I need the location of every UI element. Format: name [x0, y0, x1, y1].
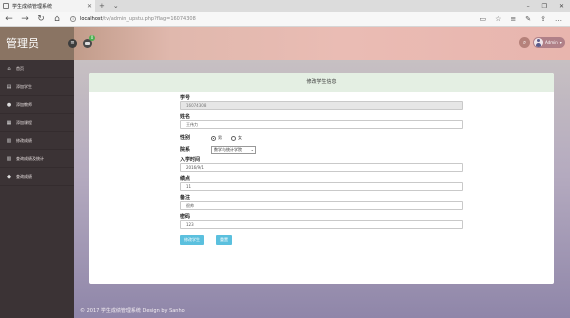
admin-name: Admin	[545, 40, 558, 45]
sidebar-item-query-scores[interactable]: ◆ 查询成绩	[0, 168, 74, 186]
radio-selected-icon	[211, 135, 216, 141]
chevron-down-icon: ⌄	[250, 147, 254, 152]
sidebar-item-label: 添加学生	[16, 83, 32, 89]
tab-list-chevron-icon[interactable]: ⌄	[109, 2, 123, 10]
favorite-star-icon[interactable]: ☆	[495, 15, 501, 23]
browser-tab-title: 学生成绩管理系统	[12, 3, 53, 10]
url-path: /tv/admin_upstu.php?flag=16074308	[102, 16, 196, 22]
gender-female-label: 女	[238, 135, 242, 140]
edit-student-panel: 修改学生信息 学号 16074308 姓名 王伟力 性别 男 女 院系 数学与统…	[89, 73, 554, 284]
browser-address-bar: ← → ↻ ⌂ i localhost /tv/admin_upstu.php?…	[0, 12, 570, 27]
avatar	[534, 38, 543, 47]
panel-title: 修改学生信息	[89, 73, 554, 92]
bar-chart-icon: ▥	[6, 137, 12, 144]
close-window-icon[interactable]: ✕	[559, 3, 564, 10]
gender-male-label: 男	[218, 135, 222, 140]
enroll-date-field[interactable]: 2016/9/1	[180, 163, 463, 172]
sidebar-item-add-student[interactable]: ▤ 添加学生	[0, 78, 74, 96]
home-icon: ⌂	[7, 65, 11, 72]
sidebar-item-label: 修改成绩	[16, 137, 32, 143]
forward-icon[interactable]: →	[20, 12, 30, 27]
admin-menu[interactable]: Admin ▾	[533, 37, 565, 48]
sidebar-item-label: 查询成绩及统计	[16, 155, 44, 161]
college-row: 院系 数学与统计学院 ⌄	[180, 145, 463, 155]
page-favicon-icon	[3, 3, 9, 9]
sidebar-item-home[interactable]: ⌂ 首页	[0, 60, 74, 78]
browser-tab-bar: 学生成绩管理系统 ✕ + ⌄ – ❐ ✕	[0, 0, 570, 12]
close-tab-icon[interactable]: ✕	[87, 3, 92, 10]
college-select[interactable]: 数学与统计学院 ⌄	[211, 146, 256, 154]
student-id-field: 16074308	[180, 101, 463, 110]
top-bar: 管理员 ≡ 0 ⌕ Admin ▾	[0, 27, 570, 60]
name-field[interactable]: 王伟力	[180, 120, 463, 129]
submit-button[interactable]: 修改学生	[180, 235, 204, 245]
credit-field[interactable]: 11	[180, 182, 463, 191]
browser-tab[interactable]: 学生成绩管理系统 ✕	[0, 0, 95, 12]
sidebar-item-label: 添加教师	[16, 101, 32, 107]
gender-female-radio[interactable]: 女	[231, 135, 242, 141]
minimize-icon[interactable]: –	[527, 3, 530, 10]
sidebar-item-label: 查询成绩	[16, 173, 32, 179]
tag-icon: ◆	[7, 173, 11, 180]
form-actions: 修改学生 重置	[180, 235, 463, 245]
sidebar-item-score-stats[interactable]: ▥ 查询成绩及统计	[0, 150, 74, 168]
college-label: 院系	[180, 147, 191, 153]
url-host: localhost	[80, 16, 103, 22]
back-icon[interactable]: ←	[4, 12, 14, 27]
browser-toolbar: ▭ ☆ ≡ ✎ ⇪ …	[479, 15, 566, 23]
password-field[interactable]: 123	[180, 220, 463, 229]
reset-button[interactable]: 重置	[216, 235, 232, 245]
radio-unselected-icon	[231, 135, 236, 141]
list-icon: ▤	[6, 83, 12, 90]
college-selected-value: 数学与统计学院	[214, 147, 242, 152]
reading-view-icon[interactable]: ▭	[479, 15, 486, 23]
sidebar-item-add-course[interactable]: ▦ 添加课程	[0, 114, 74, 132]
search-icon[interactable]: ⌕	[519, 37, 530, 48]
url-input[interactable]: i localhost /tv/admin_upstu.php?flag=160…	[68, 14, 413, 24]
bar-chart-icon: ▥	[6, 155, 12, 162]
refresh-icon[interactable]: ↻	[36, 12, 46, 27]
share-icon[interactable]: ⇪	[540, 15, 546, 23]
brand-title: 管理员	[0, 27, 74, 60]
sidebar-item-label: 首页	[16, 65, 24, 71]
window-controls: – ❐ ✕	[527, 3, 570, 10]
app: 管理员 ≡ 0 ⌕ Admin ▾ ⌂ 首页 ▤ 添加学生 ● 添加教师 ▦ 添…	[0, 27, 570, 318]
sidebar-item-label: 添加课程	[16, 119, 32, 125]
sidebar-item-add-teacher[interactable]: ● 添加教师	[0, 96, 74, 114]
message-badge: 0	[89, 35, 95, 41]
maximize-icon[interactable]: ❐	[542, 3, 547, 10]
footer: © 2017 学生成绩管理系统 Design by Sanho	[74, 271, 570, 318]
site-info-icon[interactable]: i	[70, 16, 76, 22]
pen-icon[interactable]: ✎	[525, 15, 531, 23]
book-icon: ▦	[6, 119, 12, 126]
gender-row: 性别 男 女	[180, 133, 463, 143]
user-icon: ●	[6, 101, 12, 108]
menu-toggle-icon[interactable]: ≡	[68, 39, 77, 48]
gender-label: 性别	[180, 135, 191, 141]
remark-field[interactable]: 很帅	[180, 201, 463, 210]
chevron-down-icon: ▾	[559, 40, 562, 45]
new-tab-icon[interactable]: +	[95, 2, 109, 10]
more-icon[interactable]: …	[555, 15, 562, 23]
footer-copyright: © 2017 学生成绩管理系统 Design by Sanho	[80, 308, 185, 314]
sidebar-item-edit-scores[interactable]: ▥ 修改成绩	[0, 132, 74, 150]
home-icon[interactable]: ⌂	[52, 12, 62, 27]
sidebar: ⌂ 首页 ▤ 添加学生 ● 添加教师 ▦ 添加课程 ▥ 修改成绩 ▥ 查询成绩及…	[0, 60, 74, 318]
edit-student-form: 学号 16074308 姓名 王伟力 性别 男 女 院系 数学与统计学院 ⌄ 入…	[180, 95, 463, 245]
favorites-list-icon[interactable]: ≡	[510, 15, 516, 23]
gender-male-radio[interactable]: 男	[211, 135, 222, 141]
